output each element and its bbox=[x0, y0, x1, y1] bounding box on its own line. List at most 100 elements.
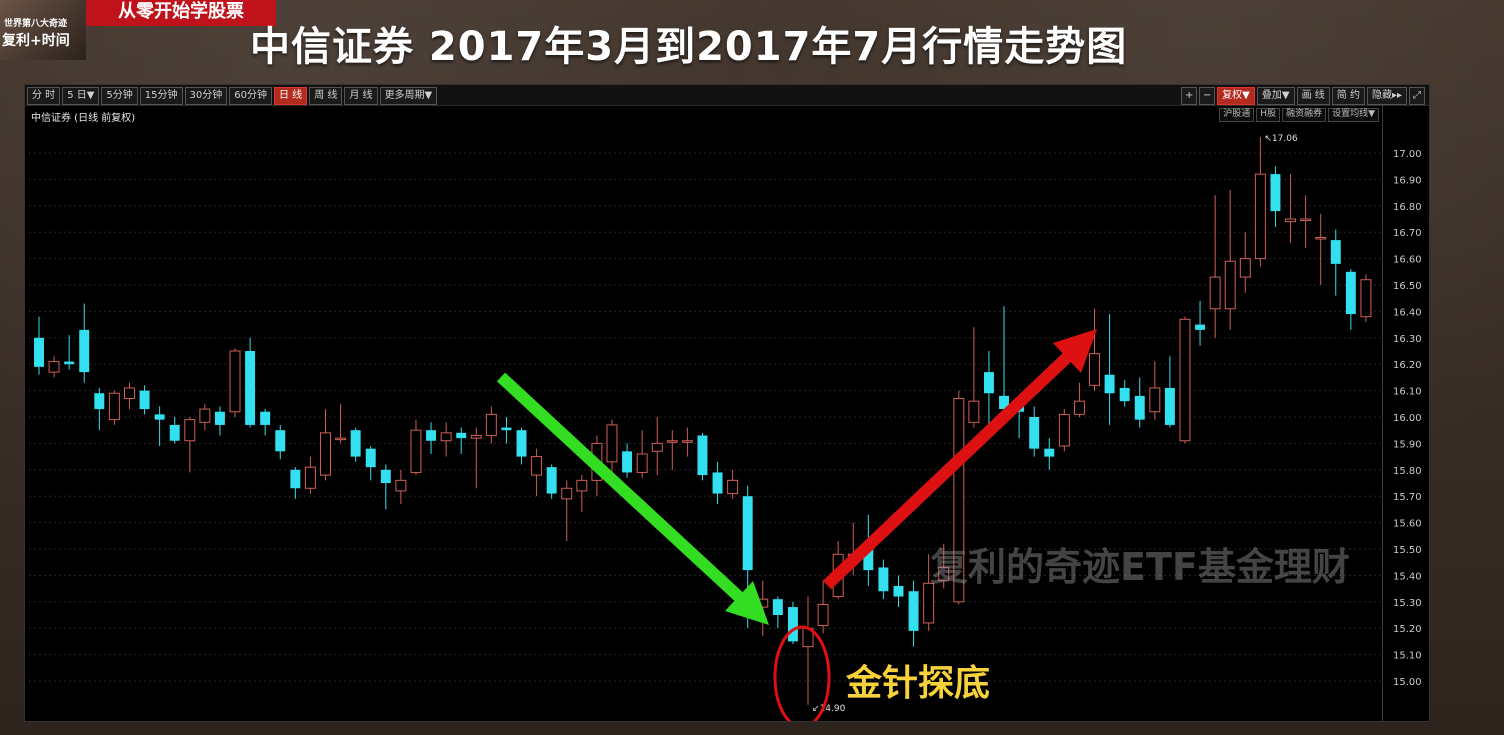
candle-body-down bbox=[260, 411, 271, 425]
candle-body-down bbox=[1345, 271, 1356, 315]
candle-body-up bbox=[531, 456, 543, 476]
candle-body-down bbox=[426, 430, 437, 441]
low-price-label: ↙14.90 bbox=[812, 704, 846, 714]
candle-body-up bbox=[1149, 387, 1161, 413]
y-tick-label: 16.80 bbox=[1393, 202, 1422, 213]
candle-body-up bbox=[48, 361, 60, 373]
candle-body-up bbox=[1179, 318, 1191, 442]
y-tick-label: 15.00 bbox=[1393, 677, 1422, 688]
high-price-label: ↖17.06 bbox=[1264, 134, 1298, 144]
candle-body-up bbox=[1254, 173, 1266, 260]
candle-body-down bbox=[1330, 240, 1341, 264]
candle-body-up bbox=[681, 440, 693, 443]
candle-body-up bbox=[561, 487, 573, 500]
candle-body-down bbox=[275, 430, 286, 452]
candle-body-down bbox=[380, 469, 391, 483]
candle-body-up bbox=[1239, 258, 1251, 278]
candle-body-down bbox=[1134, 395, 1145, 420]
candle-body-down bbox=[64, 361, 75, 365]
candle-body-up bbox=[304, 466, 316, 489]
y-tick-label: 15.20 bbox=[1393, 624, 1422, 635]
y-tick-label: 16.50 bbox=[1393, 281, 1422, 292]
candle-body-up bbox=[1360, 279, 1372, 318]
candle-body-down bbox=[154, 414, 165, 420]
candle-body-down bbox=[908, 591, 919, 631]
y-tick-label: 16.40 bbox=[1393, 307, 1422, 318]
candle-body-down bbox=[245, 351, 256, 425]
candle-body-down bbox=[501, 427, 512, 431]
y-tick-label: 16.30 bbox=[1393, 334, 1422, 345]
candle-body-up bbox=[1073, 400, 1085, 415]
avatar: 世界第八大奇迹 复利+时间 bbox=[0, 0, 86, 60]
avatar-caption: 复利+时间 bbox=[2, 33, 70, 49]
candle-body-down bbox=[169, 424, 180, 441]
candle-body-down bbox=[1270, 174, 1281, 212]
page-title: 中信证券 2017年3月到2017年7月行情走势图 bbox=[250, 24, 1128, 70]
candle-body-down bbox=[1195, 324, 1206, 330]
y-tick-label: 16.20 bbox=[1393, 360, 1422, 371]
y-tick-label: 15.40 bbox=[1393, 571, 1422, 582]
candle-body-down bbox=[742, 496, 753, 571]
y-tick-label: 16.70 bbox=[1393, 228, 1422, 239]
y-tick-label: 15.30 bbox=[1393, 598, 1422, 609]
candle-body-down bbox=[787, 607, 798, 642]
candle-body-down bbox=[878, 567, 889, 592]
candle-body-down bbox=[893, 585, 904, 597]
candle-body-down bbox=[1119, 387, 1130, 402]
y-tick-label: 16.10 bbox=[1393, 387, 1422, 398]
y-tick-label: 16.60 bbox=[1393, 255, 1422, 266]
candle-body-up bbox=[1315, 236, 1327, 240]
candle-body-down bbox=[365, 448, 376, 468]
y-tick-label: 17.00 bbox=[1393, 149, 1422, 160]
candle-body-down bbox=[697, 435, 708, 476]
pattern-label: 金针探底 bbox=[846, 663, 991, 704]
candle-body-up bbox=[199, 408, 211, 423]
y-tick-label: 15.80 bbox=[1393, 466, 1422, 477]
watermark-text: 复利的奇迹ETF基金理财 bbox=[930, 545, 1350, 589]
trading-chart-panel: 分 时 5 日▼ 5分钟 15分钟 30分钟 60分钟 日 线 周 线 月 线 … bbox=[24, 84, 1430, 722]
candle-body-up bbox=[108, 392, 120, 421]
candle-body-down bbox=[712, 472, 723, 494]
candle-body-up bbox=[1300, 218, 1312, 221]
candle-body-up bbox=[651, 442, 663, 452]
candle-body-up bbox=[335, 437, 347, 441]
candlestick-chart: 17.00 16.90 16.80 16.70 16.60 16.50 16.40 16.30… bbox=[29, 134, 1422, 721]
candle-body-up bbox=[320, 432, 331, 476]
candle-body-up bbox=[666, 440, 678, 443]
candle-body-up bbox=[1058, 413, 1070, 447]
candle-body-down bbox=[1029, 417, 1040, 449]
candle-body-down bbox=[214, 411, 225, 425]
candle-body-up bbox=[636, 453, 648, 473]
y-tick-label: 16.90 bbox=[1393, 175, 1422, 186]
candle-body-down bbox=[772, 599, 783, 615]
candle-body-up bbox=[576, 479, 588, 492]
candle-body-down bbox=[34, 337, 44, 367]
candle-body-up bbox=[229, 350, 241, 413]
candle-body-up bbox=[1285, 218, 1297, 223]
candle-body-up bbox=[184, 419, 196, 442]
candle-body-up bbox=[470, 434, 482, 439]
candle-body-up bbox=[485, 413, 497, 436]
candle-body-down bbox=[290, 469, 301, 489]
candle-body-up bbox=[395, 479, 407, 492]
candle-body-down bbox=[546, 467, 557, 494]
y-tick-label: 15.60 bbox=[1393, 519, 1422, 530]
brand-banner: 从零开始学股票 bbox=[86, 0, 276, 26]
y-tick-label: 15.50 bbox=[1393, 545, 1422, 556]
candle-body-down bbox=[1044, 448, 1055, 457]
candle-body-down bbox=[516, 430, 527, 457]
candle-body-up bbox=[410, 429, 422, 473]
candle-body-down bbox=[1164, 387, 1175, 425]
candle-body-up bbox=[1089, 353, 1100, 386]
y-tick-label: 15.90 bbox=[1393, 439, 1422, 450]
candle-body-up bbox=[1224, 260, 1236, 310]
candle-body-down bbox=[94, 393, 105, 410]
avatar-caption-small: 世界第八大奇迹 bbox=[4, 19, 68, 29]
candle-body-down bbox=[983, 372, 994, 394]
candle-body-up bbox=[727, 479, 739, 495]
candle-body-down bbox=[456, 432, 467, 439]
candle-body-up bbox=[968, 400, 980, 423]
candle-body-down bbox=[79, 329, 90, 373]
candle-body-up bbox=[1209, 276, 1221, 310]
candle-body-down bbox=[622, 451, 633, 473]
